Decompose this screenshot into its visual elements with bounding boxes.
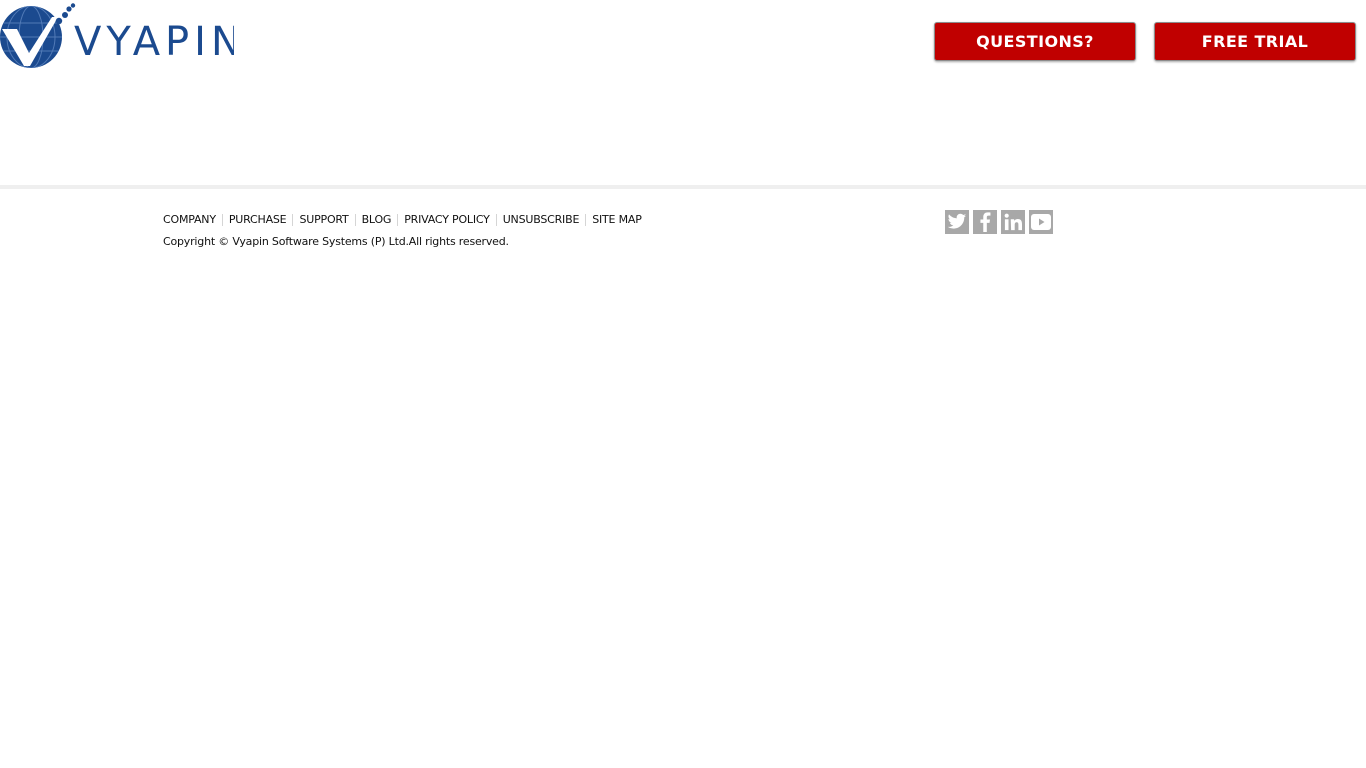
link-separator bbox=[221, 213, 223, 226]
footer-divider bbox=[0, 185, 1366, 189]
youtube-icon bbox=[1031, 214, 1051, 230]
link-separator bbox=[495, 213, 497, 226]
footer-link-privacy-policy[interactable]: PRIVACY POLICY bbox=[404, 213, 490, 226]
footer-nav: COMPANY PURCHASE SUPPORT BLOG PRIVACY PO… bbox=[163, 213, 642, 226]
link-separator bbox=[292, 213, 294, 226]
questions-button[interactable]: QUESTIONS? bbox=[934, 22, 1136, 61]
link-separator bbox=[354, 213, 356, 226]
facebook-icon bbox=[980, 212, 991, 232]
twitter-icon bbox=[947, 213, 967, 229]
globe-checkmark-logo-icon: VYAPIN bbox=[0, 3, 234, 68]
link-separator bbox=[585, 213, 587, 226]
footer-link-site-map[interactable]: SITE MAP bbox=[592, 213, 642, 226]
twitter-link[interactable] bbox=[945, 210, 969, 234]
footer-link-unsubscribe[interactable]: UNSUBSCRIBE bbox=[503, 213, 580, 226]
footer-link-purchase[interactable]: PURCHASE bbox=[229, 213, 287, 226]
copyright-text: Copyright © Vyapin Software Systems (P) … bbox=[163, 235, 509, 248]
youtube-link[interactable] bbox=[1029, 210, 1053, 234]
vyapin-logo[interactable]: VYAPIN bbox=[0, 3, 234, 69]
footer-link-company[interactable]: COMPANY bbox=[163, 213, 216, 226]
logo-text: VYAPIN bbox=[74, 19, 234, 65]
free-trial-button[interactable]: FREE TRIAL bbox=[1154, 22, 1356, 61]
linkedin-icon bbox=[1004, 213, 1022, 231]
facebook-link[interactable] bbox=[973, 210, 997, 234]
linkedin-link[interactable] bbox=[1001, 210, 1025, 234]
footer-link-support[interactable]: SUPPORT bbox=[299, 213, 348, 226]
link-separator bbox=[397, 213, 399, 226]
social-links bbox=[945, 210, 1053, 234]
footer-link-blog[interactable]: BLOG bbox=[362, 213, 392, 226]
